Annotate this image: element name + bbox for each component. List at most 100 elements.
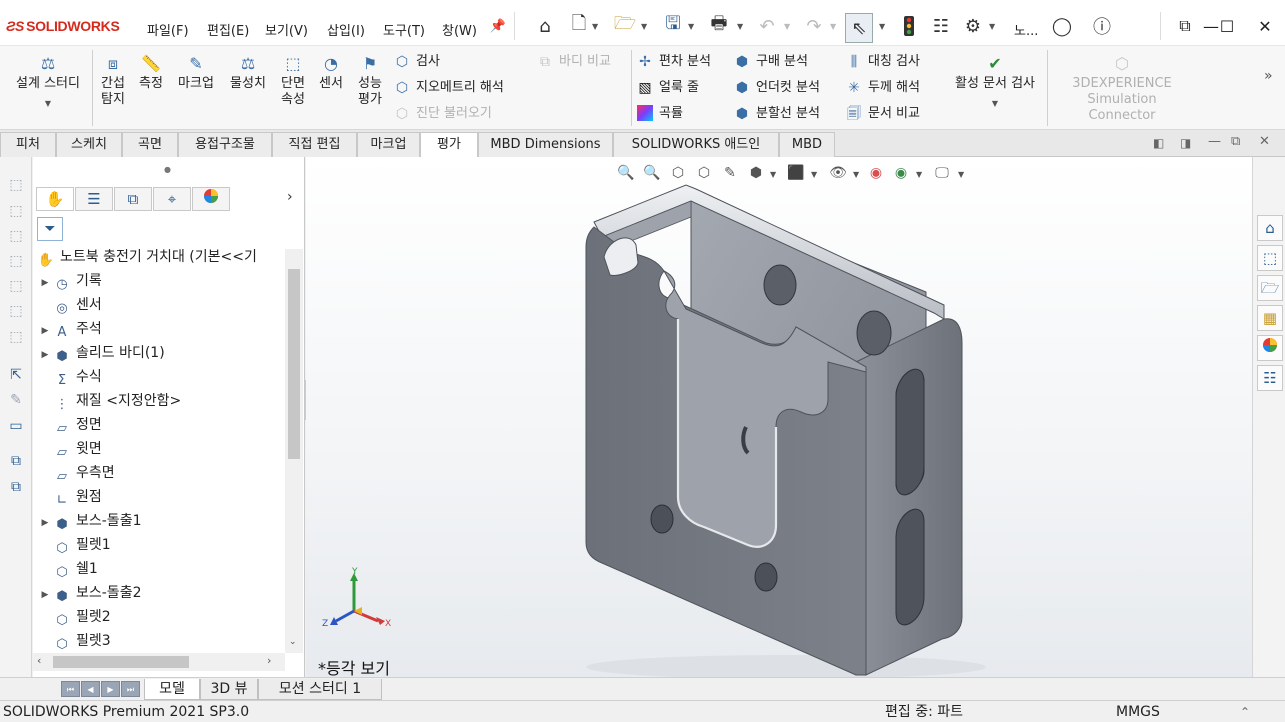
- filter-icon[interactable]: ⏷: [37, 217, 63, 241]
- mass-properties-button[interactable]: ⚖ 물성치: [224, 54, 272, 92]
- tab-surfaces[interactable]: 곡면: [122, 132, 178, 157]
- pin-icon[interactable]: 📌: [486, 14, 510, 38]
- active-doc-check-button[interactable]: ✔ 활성 문서 검사 ▼: [946, 54, 1044, 112]
- options-gear-icon[interactable]: ⚙: [961, 14, 985, 38]
- doc-restore-icon[interactable]: ⧉: [1231, 134, 1240, 149]
- custom-properties-icon[interactable]: ☷: [1257, 365, 1283, 391]
- tree-root-part[interactable]: ✋ 노트북 충전기 거치대 (기본<<기: [37, 245, 257, 269]
- open-folder-icon[interactable]: 🗁: [613, 13, 637, 38]
- tree-item[interactable]: Σ 수식: [37, 365, 102, 389]
- close-button[interactable]: ✕: [1251, 14, 1279, 38]
- chevron-down-icon[interactable]: ▼: [946, 96, 1044, 112]
- help-icon[interactable]: ⓘ: [1090, 14, 1114, 38]
- menu-edit[interactable]: 편집(E): [207, 20, 249, 39]
- tab-evaluate[interactable]: 평가: [420, 132, 478, 158]
- tab-motion-study[interactable]: 모션 스터디 1: [258, 679, 382, 700]
- unit-menu-icon[interactable]: ⌃: [1240, 701, 1250, 722]
- tab-model[interactable]: 모델: [144, 679, 200, 700]
- file-properties-icon[interactable]: ☷: [929, 14, 953, 38]
- component-icon[interactable]: ⬚: [6, 276, 26, 296]
- unit-system[interactable]: MMGS: [1116, 701, 1160, 722]
- chevron-down-icon[interactable]: ▼: [641, 22, 647, 31]
- tab-markup[interactable]: 마크업: [357, 132, 420, 157]
- prev-tab-nav-icon[interactable]: ◀: [81, 681, 100, 697]
- vertical-scroll-thumb[interactable]: [288, 269, 300, 459]
- display-icon[interactable]: ▭: [6, 416, 26, 436]
- design-study-button[interactable]: ⚖ 설계 스터디 ▼: [8, 54, 88, 112]
- horizontal-scroll-thumb[interactable]: [53, 656, 189, 668]
- solidworks-logo[interactable]: ƧS SOLIDWORKS: [6, 18, 120, 34]
- thickness-analysis-button[interactable]: ✳ 두께 해석: [845, 77, 920, 99]
- tree-item[interactable]: ⬡ 필렛1: [37, 533, 110, 557]
- tree-vertical-scrollbar[interactable]: [285, 249, 303, 653]
- expand-arrow-icon[interactable]: ▶: [37, 511, 53, 535]
- measure-button[interactable]: 📏 측정: [134, 54, 168, 92]
- tab-feature-tree[interactable]: ✋: [36, 187, 74, 211]
- undercut-analysis-button[interactable]: ⬢ 언더컷 분석: [733, 77, 820, 99]
- section-properties-button[interactable]: ⬚ 단면 속성: [276, 54, 310, 108]
- tree-item[interactable]: ▶ A 주석: [37, 317, 102, 341]
- tree-item[interactable]: ▶ ⬢ 보스-돌출2: [37, 581, 142, 607]
- select-arrow-icon[interactable]: ⇖: [847, 16, 871, 40]
- tree-item[interactable]: ▶ ⬢ 솔리드 바디(1): [37, 341, 165, 365]
- tab-configuration-manager[interactable]: ⧉: [114, 187, 152, 211]
- deviation-analysis-button[interactable]: ✢ 편차 분석: [636, 51, 711, 73]
- body-compare-button[interactable]: ⧉ 바디 비교: [536, 51, 611, 73]
- tree-item[interactable]: ▱ 윗면: [37, 437, 102, 461]
- user-account-icon[interactable]: ◯: [1050, 14, 1074, 38]
- chevron-down-icon[interactable]: ▼: [784, 22, 790, 31]
- first-tab-nav-icon[interactable]: ⏮: [61, 681, 80, 697]
- expand-arrow-icon[interactable]: ▶: [37, 319, 53, 343]
- tab-solidworks-addins[interactable]: SOLIDWORKS 애드인: [613, 132, 779, 157]
- scroll-down-icon[interactable]: ⌄: [289, 637, 297, 647]
- parting-line-analysis-button[interactable]: ⬢ 분할선 분석: [733, 103, 820, 125]
- tab-weldments[interactable]: 용접구조물: [178, 132, 272, 157]
- tree-item[interactable]: ⬡ 쉘1: [37, 557, 97, 581]
- laptop-charger-holder-part[interactable]: [566, 167, 986, 677]
- scroll-right-icon[interactable]: ›: [267, 654, 271, 667]
- graphics-area[interactable]: 🔍 🔍 ⬡ ⬡ ✎ ⬢ ▼ ⬛ ▼ 👁 ▼ ◉ ◉ ▼ 🖵 ▼ Y X Z *등…: [306, 157, 1252, 678]
- chevron-right-icon[interactable]: ›: [287, 189, 293, 205]
- tab-3d-view[interactable]: 3D 뷰: [200, 679, 258, 700]
- copy-icon[interactable]: ⬚: [6, 201, 26, 221]
- symmetry-check-button[interactable]: ⫼ 대칭 검사: [845, 51, 920, 73]
- new-document-icon[interactable]: 🗋: [567, 13, 591, 38]
- part-icon[interactable]: ⬚: [6, 175, 26, 195]
- chevron-down-icon[interactable]: ▼: [830, 22, 836, 31]
- menu-file[interactable]: 파일(F): [147, 20, 189, 39]
- tree-item[interactable]: ▶ ⬢ 보스-돌출1: [37, 509, 142, 535]
- chevron-down-icon[interactable]: ▼: [8, 96, 88, 112]
- configuration-icon[interactable]: ⬚: [6, 251, 26, 271]
- chevron-down-icon[interactable]: ▼: [737, 22, 743, 31]
- home-icon[interactable]: ⌂: [533, 14, 557, 38]
- tree-item[interactable]: ⋮ 재질 <지정안함>: [37, 389, 182, 413]
- interference-detection-button[interactable]: ⧈ 간섭 탐지: [96, 54, 130, 108]
- tab-dimxpert-manager[interactable]: ⌖: [153, 187, 191, 211]
- markup-button[interactable]: ✎ 마크업: [172, 54, 220, 92]
- last-tab-nav-icon[interactable]: ⏭: [121, 681, 140, 697]
- geometry-analysis-button[interactable]: ⬡ 지오메트리 해석: [393, 77, 504, 99]
- maximize-button[interactable]: ☐: [1213, 14, 1241, 38]
- chevron-down-icon[interactable]: ▼: [688, 22, 694, 31]
- expand-arrow-icon[interactable]: ▶: [37, 583, 53, 607]
- performance-evaluation-button[interactable]: ⚑ 성능 평가: [352, 54, 388, 108]
- design-library-icon[interactable]: ⬚: [1257, 245, 1283, 271]
- redo-icon[interactable]: ↷: [802, 14, 826, 38]
- tab-sketch[interactable]: 스케치: [56, 132, 122, 157]
- tab-property-manager[interactable]: ☰: [75, 187, 113, 211]
- tile-right-icon[interactable]: ◨: [1180, 136, 1191, 150]
- tab-mbd[interactable]: MBD: [779, 132, 835, 157]
- tile-left-icon[interactable]: ◧: [1153, 136, 1164, 150]
- move-entities-icon[interactable]: ⧉: [6, 477, 26, 497]
- tab-direct-editing[interactable]: 직접 편집: [272, 132, 357, 157]
- edit-sketch-icon[interactable]: ✎: [6, 390, 26, 410]
- save-icon[interactable]: 🖫: [661, 13, 685, 38]
- doc-minimize-icon[interactable]: —: [1208, 134, 1221, 149]
- ribbon-expand-icon[interactable]: »: [1264, 68, 1273, 84]
- menu-tools[interactable]: 도구(T): [383, 20, 425, 39]
- sensor-button[interactable]: ◔ 센서: [314, 54, 348, 92]
- tree-horizontal-scrollbar[interactable]: ‹ ›: [33, 653, 285, 671]
- 3dexperience-connector-button[interactable]: ⬡ 3DEXPERIENCE Simulation Connector: [1052, 54, 1192, 124]
- file-explorer-folder-icon[interactable]: 🗁: [1257, 275, 1283, 301]
- import-diagnostics-button[interactable]: ⬡ 진단 불러오기: [393, 103, 492, 125]
